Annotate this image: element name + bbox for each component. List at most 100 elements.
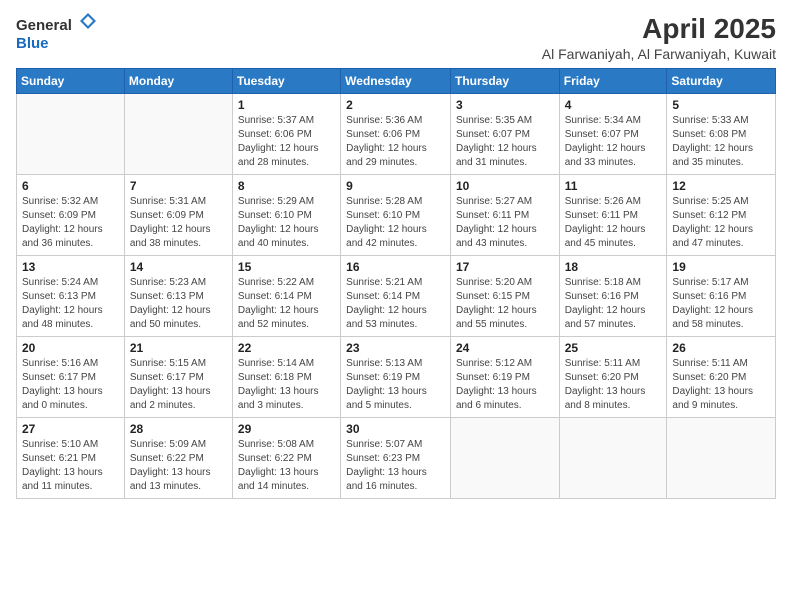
calendar-header-row: SundayMondayTuesdayWednesdayThursdayFrid… <box>17 68 776 93</box>
daylight-text: Daylight: 12 hours and 28 minutes. <box>238 142 335 170</box>
sunset-text: Sunset: 6:15 PM <box>456 290 554 304</box>
calendar-cell: 6Sunrise: 5:32 AMSunset: 6:09 PMDaylight… <box>17 174 125 255</box>
calendar-cell: 9 Sunrise: 5:28 AMSunset: 6:10 PMDaylight… <box>341 174 451 255</box>
sunrise-text: Sunrise: 5:24 AM <box>22 276 119 290</box>
sunrise-text: Sunrise: 5:22 AM <box>238 276 335 290</box>
calendar-cell: 20Sunrise: 5:16 AMSunset: 6:17 PMDayligh… <box>17 336 125 417</box>
logo-blue: Blue <box>16 35 49 52</box>
day-number: 28 <box>130 422 227 436</box>
daylight-text: Daylight: 13 hours and 3 minutes. <box>238 385 335 413</box>
logo-general: General <box>16 17 72 34</box>
day-number: 15 <box>238 260 335 274</box>
sunset-text: Sunset: 6:10 PM <box>346 209 445 223</box>
sunset-text: Sunset: 6:20 PM <box>672 371 770 385</box>
calendar-cell: 23Sunrise: 5:13 AMSunset: 6:19 PMDayligh… <box>341 336 451 417</box>
calendar-cell: 26Sunrise: 5:11 AMSunset: 6:20 PMDayligh… <box>667 336 776 417</box>
calendar-week-row: 20Sunrise: 5:16 AMSunset: 6:17 PMDayligh… <box>17 336 776 417</box>
calendar-cell: 18Sunrise: 5:18 AMSunset: 6:16 PMDayligh… <box>559 255 667 336</box>
daylight-text: Daylight: 12 hours and 55 minutes. <box>456 304 554 332</box>
daylight-text: Daylight: 12 hours and 35 minutes. <box>672 142 770 170</box>
day-number: 8 <box>238 179 335 193</box>
calendar-cell <box>559 417 667 498</box>
day-number: 19 <box>672 260 770 274</box>
day-number: 13 <box>22 260 119 274</box>
sunrise-text: Sunrise: 5:28 AM <box>346 195 445 209</box>
sunset-text: Sunset: 6:10 PM <box>238 209 335 223</box>
daylight-text: Daylight: 12 hours and 36 minutes. <box>22 223 119 251</box>
daylight-text: Daylight: 12 hours and 38 minutes. <box>130 223 227 251</box>
sunset-text: Sunset: 6:16 PM <box>565 290 662 304</box>
calendar-cell: 16Sunrise: 5:21 AMSunset: 6:14 PMDayligh… <box>341 255 451 336</box>
calendar-cell: 15Sunrise: 5:22 AMSunset: 6:14 PMDayligh… <box>232 255 340 336</box>
calendar-cell: 12 Sunrise: 5:25 AMSunset: 6:12 PMDayligh… <box>667 174 776 255</box>
calendar-header-sunday: Sunday <box>17 68 125 93</box>
day-number: 1 <box>238 98 335 112</box>
day-detail: Sunrise: 5:35 AMSunset: 6:07 PMDaylight:… <box>456 114 554 170</box>
calendar-cell <box>450 417 559 498</box>
day-detail: Sunrise: 5:18 AMSunset: 6:16 PMDaylight:… <box>565 276 662 332</box>
day-detail: Sunrise: 5:09 AMSunset: 6:22 PMDaylight:… <box>130 438 227 494</box>
sunset-text: Sunset: 6:16 PM <box>672 290 770 304</box>
day-detail: Sunrise: 5:32 AMSunset: 6:09 PMDaylight:… <box>22 195 119 251</box>
day-number: 12 <box>672 179 770 193</box>
sunset-text: Sunset: 6:06 PM <box>238 128 335 142</box>
day-number: 3 <box>456 98 554 112</box>
sunset-text: Sunset: 6:17 PM <box>130 371 227 385</box>
daylight-text: Daylight: 13 hours and 6 minutes. <box>456 385 554 413</box>
sunrise-text: Sunrise: 5:37 AM <box>238 114 335 128</box>
calendar-cell: 1 Sunrise: 5:37 AMSunset: 6:06 PMDaylight… <box>232 93 340 174</box>
day-number: 10 <box>456 179 554 193</box>
day-detail: Sunrise: 5:15 AMSunset: 6:17 PMDaylight:… <box>130 357 227 413</box>
daylight-text: Daylight: 12 hours and 50 minutes. <box>130 304 227 332</box>
day-number: 30 <box>346 422 445 436</box>
day-detail: Sunrise: 5:28 AMSunset: 6:10 PMDaylight:… <box>346 195 445 251</box>
sunset-text: Sunset: 6:12 PM <box>672 209 770 223</box>
day-number: 24 <box>456 341 554 355</box>
calendar-cell: 21 Sunrise: 5:15 AMSunset: 6:17 PMDayligh… <box>124 336 232 417</box>
sunrise-text: Sunrise: 5:16 AM <box>22 357 119 371</box>
calendar-cell: 24 Sunrise: 5:12 AMSunset: 6:19 PMDayligh… <box>450 336 559 417</box>
day-detail: Sunrise: 5:12 AMSunset: 6:19 PMDaylight:… <box>456 357 554 413</box>
calendar-week-row: 13Sunrise: 5:24 AMSunset: 6:13 PMDayligh… <box>17 255 776 336</box>
sunrise-text: Sunrise: 5:07 AM <box>346 438 445 452</box>
calendar-header-thursday: Thursday <box>450 68 559 93</box>
day-number: 21 <box>130 341 227 355</box>
sunrise-text: Sunrise: 5:08 AM <box>238 438 335 452</box>
day-number: 23 <box>346 341 445 355</box>
calendar-cell <box>124 93 232 174</box>
sunrise-text: Sunrise: 5:29 AM <box>238 195 335 209</box>
day-detail: Sunrise: 5:16 AMSunset: 6:17 PMDaylight:… <box>22 357 119 413</box>
day-number: 27 <box>22 422 119 436</box>
sunset-text: Sunset: 6:07 PM <box>456 128 554 142</box>
day-detail: Sunrise: 5:20 AMSunset: 6:15 PMDaylight:… <box>456 276 554 332</box>
day-detail: Sunrise: 5:17 AMSunset: 6:16 PMDaylight:… <box>672 276 770 332</box>
day-detail: Sunrise: 5:26 AMSunset: 6:11 PMDaylight:… <box>565 195 662 251</box>
logo-icon <box>79 17 97 34</box>
day-detail: Sunrise: 5:33 AMSunset: 6:08 PMDaylight:… <box>672 114 770 170</box>
day-number: 26 <box>672 341 770 355</box>
calendar-week-row: 27Sunrise: 5:10 AMSunset: 6:21 PMDayligh… <box>17 417 776 498</box>
daylight-text: Daylight: 13 hours and 13 minutes. <box>130 466 227 494</box>
daylight-text: Daylight: 12 hours and 43 minutes. <box>456 223 554 251</box>
sunset-text: Sunset: 6:11 PM <box>565 209 662 223</box>
sunrise-text: Sunrise: 5:20 AM <box>456 276 554 290</box>
calendar-header-saturday: Saturday <box>667 68 776 93</box>
calendar-cell: 10Sunrise: 5:27 AMSunset: 6:11 PMDayligh… <box>450 174 559 255</box>
calendar-cell: 27Sunrise: 5:10 AMSunset: 6:21 PMDayligh… <box>17 417 125 498</box>
sunset-text: Sunset: 6:13 PM <box>130 290 227 304</box>
sunset-text: Sunset: 6:11 PM <box>456 209 554 223</box>
calendar-week-row: 1Sunrise: 5:37 AMSunset: 6:06 PMDaylight… <box>17 93 776 174</box>
calendar-cell: 5Sunrise: 5:33 AMSunset: 6:08 PMDaylight… <box>667 93 776 174</box>
sunset-text: Sunset: 6:18 PM <box>238 371 335 385</box>
daylight-text: Daylight: 12 hours and 53 minutes. <box>346 304 445 332</box>
day-detail: Sunrise: 5:25 AMSunset: 6:12 PMDaylight:… <box>672 195 770 251</box>
sunrise-text: Sunrise: 5:11 AM <box>565 357 662 371</box>
daylight-text: Daylight: 12 hours and 47 minutes. <box>672 223 770 251</box>
day-number: 9 <box>346 179 445 193</box>
calendar-cell: 28 Sunrise: 5:09 AMSunset: 6:22 PMDayligh… <box>124 417 232 498</box>
page-title: April 2025 <box>542 12 776 46</box>
calendar-cell: 7Sunrise: 5:31 AMSunset: 6:09 PMDaylight… <box>124 174 232 255</box>
calendar-cell <box>17 93 125 174</box>
calendar-cell: 22Sunrise: 5:14 AMSunset: 6:18 PMDayligh… <box>232 336 340 417</box>
logo: General Blue <box>16 12 97 53</box>
